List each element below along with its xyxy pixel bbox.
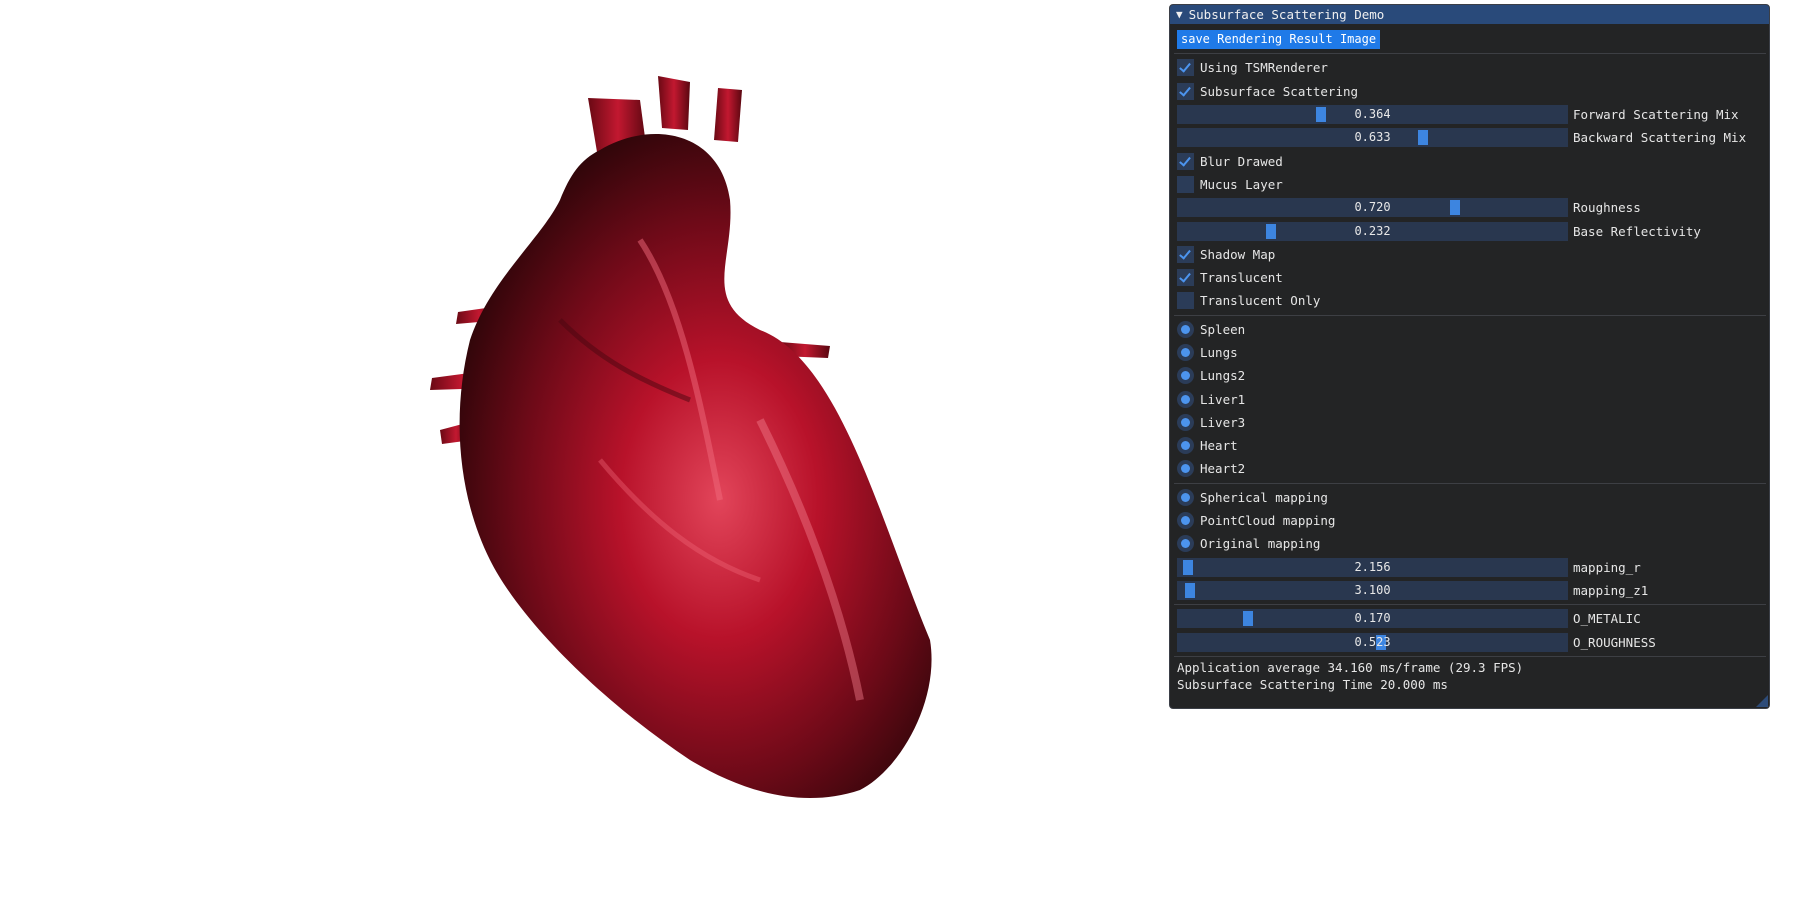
checkbox-label: Shadow Map <box>1200 246 1276 262</box>
slider-value: 0.232 <box>1354 223 1391 238</box>
slider-row-backward-scattering-mix: 0.633 Backward Scattering Mix <box>1177 126 1763 149</box>
separator <box>1174 482 1766 484</box>
checkbox-box[interactable] <box>1177 245 1194 263</box>
checkbox-label: Blur Drawed <box>1200 153 1283 169</box>
checkbox-box[interactable] <box>1177 269 1194 287</box>
slider-value: 0.523 <box>1354 634 1391 649</box>
slider-value: 0.170 <box>1354 611 1391 626</box>
slider-label: Backward Scattering Mix <box>1573 130 1747 146</box>
checkbox-box[interactable] <box>1177 82 1194 100</box>
radio-liver1[interactable]: Liver1 <box>1177 387 1763 410</box>
imgui-settings-panel[interactable]: ▼ Subsurface Scattering Demo save Render… <box>1169 4 1770 709</box>
slider-row-mapping-z1: 3.100 mapping_z1 <box>1177 579 1763 602</box>
checkbox-shadow-map[interactable]: Shadow Map <box>1177 243 1763 266</box>
radio-spleen[interactable]: Spleen <box>1177 318 1763 341</box>
slider-value: 2.156 <box>1354 559 1391 574</box>
separator <box>1174 604 1766 606</box>
checkbox-translucent-only[interactable]: Translucent Only <box>1177 289 1763 312</box>
radio-heart2[interactable]: Heart2 <box>1177 457 1763 480</box>
checkbox-box[interactable] <box>1177 59 1194 77</box>
slider-label: mapping_z1 <box>1573 582 1649 598</box>
resize-grip-icon[interactable] <box>1756 695 1768 707</box>
radio-label: Liver3 <box>1200 414 1246 430</box>
radio-original-mapping[interactable]: Original mapping <box>1177 532 1763 555</box>
app-average-stat: Application average 34.160 ms/frame (29.… <box>1177 659 1524 675</box>
checkbox-box[interactable] <box>1177 152 1194 170</box>
slider-row-mapping-r: 2.156 mapping_r <box>1177 556 1763 579</box>
radio-label: Spherical mapping <box>1200 489 1328 505</box>
checkbox-translucent[interactable]: Translucent <box>1177 266 1763 289</box>
radio-button[interactable] <box>1177 320 1194 338</box>
sss-time-stat: Subsurface Scattering Time 20.000 ms <box>1177 676 1448 692</box>
radio-label: Original mapping <box>1200 536 1321 552</box>
checkbox-subsurface-scattering[interactable]: Subsurface Scattering <box>1177 80 1763 103</box>
radio-label: Heart <box>1200 438 1238 454</box>
checkbox-mucus-layer[interactable]: Mucus Layer <box>1177 173 1763 196</box>
radio-heart[interactable]: Heart <box>1177 434 1763 457</box>
o-metalic-slider[interactable]: 0.170 <box>1177 609 1568 629</box>
checkbox-label: Translucent Only <box>1200 293 1321 309</box>
radio-label: Lungs2 <box>1200 368 1246 384</box>
slider-row-roughness: 0.720 Roughness <box>1177 196 1763 219</box>
radio-label: Lungs <box>1200 345 1238 360</box>
separator <box>1174 53 1766 55</box>
checkbox-label: Using TSMRenderer <box>1200 60 1328 76</box>
radio-label: Liver1 <box>1200 391 1246 407</box>
radio-button[interactable] <box>1177 437 1194 455</box>
radio-button[interactable] <box>1177 488 1194 506</box>
slider-label: Base Reflectivity <box>1573 223 1701 239</box>
radio-button[interactable] <box>1177 390 1194 408</box>
checkbox-label: Subsurface Scattering <box>1200 83 1359 99</box>
slider-label: O_METALIC <box>1573 611 1641 627</box>
slider-value: 0.633 <box>1354 130 1391 145</box>
forward-scattering-mix-slider[interactable]: 0.364 <box>1177 105 1568 125</box>
checkbox-box[interactable] <box>1177 175 1194 193</box>
collapse-triangle-icon[interactable]: ▼ <box>1176 8 1183 21</box>
slider-row-base-reflectivity: 0.232 Base Reflectivity <box>1177 219 1763 242</box>
slider-value: 0.364 <box>1354 107 1391 122</box>
panel-title-bar[interactable]: ▼ Subsurface Scattering Demo <box>1170 5 1769 24</box>
radio-button[interactable] <box>1177 413 1194 431</box>
radio-liver3[interactable]: Liver3 <box>1177 411 1763 434</box>
checkbox-using-tsmrenderer[interactable]: Using TSMRenderer <box>1177 56 1763 79</box>
backward-scattering-mix-slider[interactable]: 0.633 <box>1177 128 1568 148</box>
panel-title: Subsurface Scattering Demo <box>1188 7 1385 22</box>
slider-label: mapping_r <box>1573 559 1641 575</box>
separator <box>1174 314 1766 316</box>
slider-label: O_ROUGHNESS <box>1573 634 1656 650</box>
o-roughness-slider[interactable]: 0.523 <box>1177 632 1568 652</box>
checkbox-label: Translucent <box>1200 270 1283 286</box>
roughness-slider[interactable]: 0.720 <box>1177 198 1568 218</box>
radio-button[interactable] <box>1177 512 1194 530</box>
mapping-r-slider[interactable]: 2.156 <box>1177 557 1568 577</box>
radio-label: Heart2 <box>1200 461 1246 477</box>
radio-label: Spleen <box>1200 321 1246 337</box>
radio-button[interactable] <box>1177 367 1194 385</box>
slider-row-o-roughness: 0.523 O_ROUGHNESS <box>1177 630 1763 653</box>
checkbox-label: Mucus Layer <box>1200 176 1283 192</box>
radio-button[interactable] <box>1177 535 1194 553</box>
radio-lungs[interactable]: Lungs <box>1177 341 1763 364</box>
slider-value: 0.720 <box>1354 200 1391 215</box>
mapping-z1-slider[interactable]: 3.100 <box>1177 580 1568 600</box>
slider-row-o-metalic: 0.170 O_METALIC <box>1177 607 1763 630</box>
slider-label: Roughness <box>1573 200 1641 216</box>
radio-button[interactable] <box>1177 460 1194 478</box>
slider-value: 3.100 <box>1354 582 1391 597</box>
checkbox-blur-drawed[interactable]: Blur Drawed <box>1177 149 1763 172</box>
save-image-button[interactable]: save Rendering Result Image <box>1177 30 1381 50</box>
separator <box>1174 655 1766 657</box>
checkbox-box[interactable] <box>1177 292 1194 310</box>
base-reflectivity-slider[interactable]: 0.232 <box>1177 221 1568 241</box>
radio-pointcloud-mapping[interactable]: PointCloud mapping <box>1177 509 1763 532</box>
radio-label: PointCloud mapping <box>1200 513 1336 529</box>
slider-label: Forward Scattering Mix <box>1573 107 1739 123</box>
radio-lungs2[interactable]: Lungs2 <box>1177 364 1763 387</box>
slider-row-forward-scattering-mix: 0.364 Forward Scattering Mix <box>1177 103 1763 126</box>
radio-spherical-mapping[interactable]: Spherical mapping <box>1177 486 1763 509</box>
radio-button[interactable] <box>1177 344 1194 361</box>
panel-body: save Rendering Result Image Using TSMRen… <box>1170 24 1769 693</box>
